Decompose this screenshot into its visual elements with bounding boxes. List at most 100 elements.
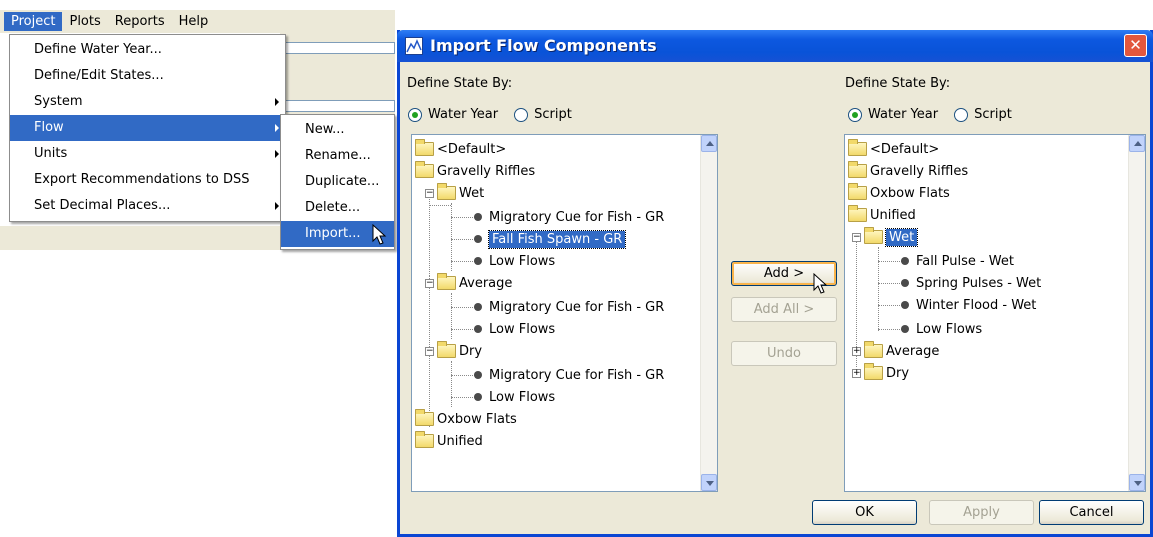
dialog-titlebar[interactable]: Import Flow Components ✕ <box>397 30 1153 62</box>
folder-icon <box>415 431 434 448</box>
cancel-button[interactable]: Cancel <box>1039 500 1144 525</box>
radio-label: Water Year <box>428 107 499 122</box>
tree-leaf-label: Winter Flood - Wet <box>916 297 1037 313</box>
scroll-down-icon[interactable] <box>701 474 717 491</box>
tree-leaf[interactable]: Low Flows <box>474 250 555 272</box>
tree-leaf[interactable]: Migratory Cue for Fish - GR <box>474 296 664 318</box>
tree-leaf-label: Low Flows <box>489 389 556 405</box>
menu-item-system[interactable]: System <box>10 89 285 115</box>
leaf-bullet-icon <box>901 325 909 333</box>
right-radio-script[interactable] <box>954 107 969 122</box>
tree-leaf[interactable]: Low Flows <box>474 318 555 340</box>
add-all-button[interactable]: Add All > <box>731 297 837 322</box>
folder-icon <box>437 341 456 358</box>
tree-leaf[interactable]: Spring Pulses - Wet <box>901 272 1041 294</box>
collapse-icon[interactable]: − <box>852 233 861 242</box>
menu-item-label: System <box>34 94 83 109</box>
tree-node-wet[interactable]: Wet <box>864 226 919 248</box>
import-flow-components-dialog: Import Flow Components ✕ Define State By… <box>397 30 1153 537</box>
leaf-bullet-icon <box>474 325 482 333</box>
tree-node-unified[interactable]: Unified <box>415 430 483 452</box>
right-tree-panel[interactable]: <Default> Gravelly Riffles Oxbow Flats U… <box>844 134 1146 492</box>
tree-leaf-label: Fall Pulse - Wet <box>916 253 1014 269</box>
tree-node-unified[interactable]: Unified <box>848 204 916 226</box>
menu-item-rename[interactable]: Rename... <box>281 143 394 169</box>
scroll-down-icon[interactable] <box>1129 474 1145 491</box>
folder-icon <box>864 363 883 380</box>
apply-button[interactable]: Apply <box>929 500 1034 525</box>
folder-icon <box>864 341 883 358</box>
scroll-up-icon[interactable] <box>1129 135 1145 152</box>
chart-icon <box>406 39 422 53</box>
tree-node-oxbow-flats[interactable]: Oxbow Flats <box>848 182 950 204</box>
menu-item-define-water-year[interactable]: Define Water Year... <box>10 37 285 63</box>
tree-node-gravelly-riffles[interactable]: Gravelly Riffles <box>848 160 968 182</box>
leaf-bullet-icon <box>474 371 482 379</box>
tree-node-label: Wet <box>459 185 485 201</box>
menu-item-export-recommendations[interactable]: Export Recommendations to DSS <box>10 167 285 193</box>
menu-item-define-edit-states[interactable]: Define/Edit States... <box>10 63 285 89</box>
leaf-bullet-icon <box>474 235 482 243</box>
tree-node-label: Oxbow Flats <box>870 185 950 201</box>
left-scrollbar[interactable] <box>700 135 717 491</box>
menu-project[interactable]: Project <box>4 12 63 31</box>
submenu-arrow-icon <box>275 202 279 210</box>
tree-leaf[interactable]: Winter Flood - Wet <box>901 294 1036 316</box>
tree-node-label: Gravelly Riffles <box>437 163 536 179</box>
tree-leaf-label: Fall Fish Spawn - GR <box>487 229 627 249</box>
folder-icon <box>415 161 434 178</box>
tree-node-wet[interactable]: Wet <box>437 182 484 204</box>
right-radio-water-year[interactable] <box>848 107 862 122</box>
menu-item-units[interactable]: Units <box>10 141 285 167</box>
tree-node-average[interactable]: Average <box>437 272 512 294</box>
tree-leaf[interactable]: Migratory Cue for Fish - GR <box>474 364 664 386</box>
tree-node-dry[interactable]: Dry <box>437 340 482 362</box>
tree-leaf[interactable]: Fall Pulse - Wet <box>901 250 1014 272</box>
tree-leaf[interactable]: Migratory Cue for Fish - GR <box>474 206 664 228</box>
tree-leaf[interactable]: Low Flows <box>901 318 982 340</box>
menu-item-flow[interactable]: Flow <box>10 115 285 141</box>
menu-item-duplicate[interactable]: Duplicate... <box>281 169 394 195</box>
tree-leaf-selected[interactable]: Fall Fish Spawn - GR <box>474 228 627 250</box>
leaf-bullet-icon <box>474 303 482 311</box>
scroll-up-icon[interactable] <box>701 135 717 152</box>
left-radio-script[interactable] <box>514 107 529 122</box>
left-radio-water-year[interactable] <box>408 107 422 122</box>
tree-node-dry[interactable]: Dry <box>864 362 909 384</box>
tree-line <box>429 205 451 206</box>
tree-node-gravelly-riffles[interactable]: Gravelly Riffles <box>415 160 535 182</box>
collapse-icon[interactable]: − <box>425 347 434 356</box>
tree-node-default[interactable]: <Default> <box>415 138 506 160</box>
expand-icon[interactable]: + <box>852 347 861 356</box>
menu-plots[interactable]: Plots <box>62 12 107 31</box>
tree-leaf-label: Migratory Cue for Fish - GR <box>489 299 665 315</box>
right-scrollbar[interactable] <box>1128 135 1145 491</box>
open-folder-icon <box>864 227 883 244</box>
background-field <box>285 100 395 112</box>
collapse-icon[interactable]: − <box>425 279 434 288</box>
tree-node-average[interactable]: Average <box>864 340 939 362</box>
submenu-arrow-icon <box>275 124 279 132</box>
close-button[interactable]: ✕ <box>1124 34 1147 57</box>
tree-node-default[interactable]: <Default> <box>848 138 939 160</box>
tree-leaf[interactable]: Low Flows <box>474 386 555 408</box>
radio-label: Script <box>534 107 572 122</box>
menu-item-set-decimal-places[interactable]: Set Decimal Places... <box>10 193 285 219</box>
tree-line <box>451 361 452 407</box>
menu-help[interactable]: Help <box>172 12 216 31</box>
tree-leaf-label: Migratory Cue for Fish - GR <box>489 367 665 383</box>
expand-icon[interactable]: + <box>852 369 861 378</box>
menu-reports[interactable]: Reports <box>108 12 172 31</box>
tree-leaf-label: Low Flows <box>916 321 983 337</box>
left-tree-panel[interactable]: <Default> Gravelly Riffles − Wet Migrato… <box>411 134 718 492</box>
tree-line <box>878 247 879 331</box>
folder-icon <box>437 183 456 200</box>
ok-button[interactable]: OK <box>812 500 917 525</box>
tree-node-label: Unified <box>870 207 916 223</box>
menu-item-new[interactable]: New... <box>281 117 394 143</box>
collapse-icon[interactable]: − <box>425 189 434 198</box>
menu-item-label: Units <box>34 146 68 161</box>
tree-node-oxbow-flats[interactable]: Oxbow Flats <box>415 408 517 430</box>
menu-item-delete[interactable]: Delete... <box>281 195 394 221</box>
undo-button[interactable]: Undo <box>731 341 837 366</box>
